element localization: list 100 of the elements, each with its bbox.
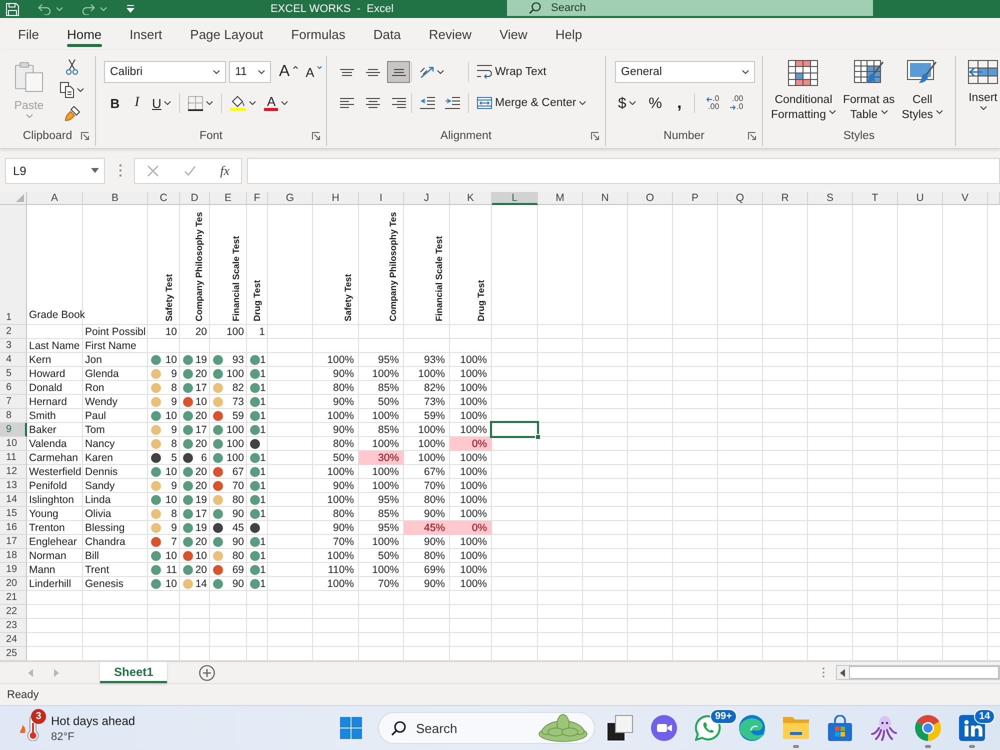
wave-circle-icon[interactable] — [739, 715, 765, 741]
row-header[interactable]: 6 — [0, 381, 27, 395]
comma-button[interactable]: , — [668, 92, 690, 114]
dialog-launcher-icon[interactable] — [312, 132, 320, 140]
menu-tab[interactable]: Home — [52, 18, 116, 50]
column-header[interactable]: Q — [718, 192, 763, 205]
column-header[interactable]: B — [83, 192, 148, 205]
column-header[interactable]: F — [247, 192, 268, 205]
format-as-table-button[interactable]: Format as Table — [840, 56, 897, 124]
font-color-button[interactable]: A — [260, 92, 292, 114]
percent-button[interactable]: % — [644, 92, 666, 114]
column-header[interactable]: M — [538, 192, 583, 205]
column-header[interactable]: S — [808, 192, 853, 205]
video-camera-icon[interactable] — [651, 715, 677, 741]
row-header[interactable]: 17 — [0, 535, 27, 549]
save-icon[interactable] — [6, 2, 19, 16]
font-size-dropdown[interactable]: 11 — [229, 61, 271, 83]
menu-tab[interactable]: Help — [541, 18, 596, 50]
undo-icon[interactable] — [38, 4, 51, 14]
menu-tab[interactable]: View — [485, 18, 542, 50]
folder-icon[interactable] — [783, 715, 809, 741]
row-header[interactable]: 13 — [0, 479, 27, 493]
menu-tab[interactable]: Data — [359, 18, 415, 50]
fill-handle[interactable] — [535, 434, 541, 440]
row-header[interactable]: 9 — [0, 423, 27, 437]
taskbar-search-field[interactable]: Search — [378, 712, 595, 744]
insert-cells-button[interactable]: Insert — [966, 56, 1000, 124]
row-header[interactable]: 4 — [0, 353, 27, 367]
row-header[interactable]: 8 — [0, 409, 27, 423]
horizontal-scrollbar[interactable] — [836, 665, 1000, 680]
shopping-bag-icon[interactable] — [827, 715, 853, 741]
row-header[interactable]: 3 — [0, 339, 27, 353]
font-name-dropdown[interactable]: Calibri — [104, 61, 226, 83]
underline-button[interactable]: U — [148, 92, 176, 114]
column-header[interactable]: A — [27, 192, 83, 205]
customize-icon[interactable] — [126, 4, 135, 14]
menu-tab[interactable]: Review — [414, 18, 486, 50]
shrink-font-button[interactable]: A — [302, 61, 326, 83]
menu-tab[interactable]: Page Layout — [176, 18, 278, 50]
bold-button[interactable]: B — [104, 92, 126, 114]
number-format-dropdown[interactable]: General — [615, 61, 755, 83]
column-header[interactable]: H — [313, 192, 359, 205]
column-header[interactable]: G — [268, 192, 313, 205]
row-header[interactable]: 10 — [0, 437, 27, 451]
four-squares-icon[interactable] — [340, 717, 362, 739]
row-header[interactable]: 18 — [0, 549, 27, 563]
row-header[interactable]: 24 — [0, 633, 27, 647]
search-field[interactable]: Search — [507, 0, 873, 16]
row-header[interactable]: 14 — [0, 493, 27, 507]
column-header[interactable]: E — [210, 192, 247, 205]
row-header[interactable]: 22 — [0, 605, 27, 619]
column-header[interactable]: P — [673, 192, 718, 205]
column-header[interactable]: D — [180, 192, 210, 205]
plus-circle-icon[interactable] — [199, 664, 216, 680]
column-header[interactable]: V — [943, 192, 988, 205]
vertical-dots-icon[interactable] — [822, 667, 825, 678]
menu-tab[interactable]: File — [4, 18, 53, 50]
row-header[interactable]: 20 — [0, 577, 27, 591]
column-header[interactable]: L — [492, 192, 538, 205]
name-box[interactable]: L9 — [5, 158, 105, 184]
vertical-dots-icon[interactable] — [119, 164, 122, 177]
octopus-icon[interactable] — [871, 715, 897, 741]
row-header[interactable]: 11 — [0, 451, 27, 465]
row-header[interactable]: 19 — [0, 563, 27, 577]
scrollbar-thumb[interactable] — [849, 666, 999, 679]
merge-center-button[interactable]: Merge & Center — [473, 92, 590, 114]
left-triangle-icon[interactable] — [840, 668, 845, 676]
menu-tab[interactable]: Formulas — [277, 18, 360, 50]
row-header[interactable]: 23 — [0, 619, 27, 633]
column-header[interactable]: U — [898, 192, 943, 205]
row-header[interactable]: 12 — [0, 465, 27, 479]
overlapping-squares-icon[interactable] — [607, 715, 633, 741]
increase-decimal-button[interactable]: .0 .00 — [701, 92, 724, 114]
column-header[interactable]: N — [583, 192, 628, 205]
dialog-launcher-icon[interactable] — [81, 132, 89, 140]
row-header[interactable]: 5 — [0, 367, 27, 381]
row-header[interactable]: 16 — [0, 521, 27, 535]
row-header[interactable]: 25 — [0, 647, 27, 661]
grow-font-button[interactable]: A — [275, 61, 302, 83]
wrap-text-button[interactable]: Wrap Text — [473, 61, 550, 83]
row-header[interactable]: 2 — [0, 325, 27, 339]
conditional-formatting-button[interactable]: Conditional Formatting — [769, 56, 838, 124]
redo-icon[interactable] — [82, 4, 95, 14]
row-header[interactable]: 21 — [0, 591, 27, 605]
sheet-tab[interactable]: Sheet1 — [100, 662, 168, 683]
insert-function-button[interactable]: fx — [217, 162, 233, 178]
column-header[interactable]: O — [628, 192, 673, 205]
column-header[interactable]: T — [853, 192, 898, 205]
column-header[interactable]: R — [763, 192, 808, 205]
column-header[interactable]: K — [450, 192, 492, 205]
column-header[interactable]: J — [404, 192, 450, 205]
column-header[interactable]: I — [359, 192, 404, 205]
segmented-circle-icon[interactable] — [915, 715, 941, 741]
formula-input[interactable] — [247, 158, 1000, 184]
menu-tab[interactable]: Insert — [116, 18, 176, 50]
decrease-decimal-button[interactable]: .00 .0 — [725, 92, 748, 114]
row-header[interactable]: 1 — [0, 205, 27, 325]
currency-button[interactable]: $ — [614, 92, 640, 114]
row-header[interactable]: 7 — [0, 395, 27, 409]
dialog-launcher-icon[interactable] — [591, 132, 599, 140]
